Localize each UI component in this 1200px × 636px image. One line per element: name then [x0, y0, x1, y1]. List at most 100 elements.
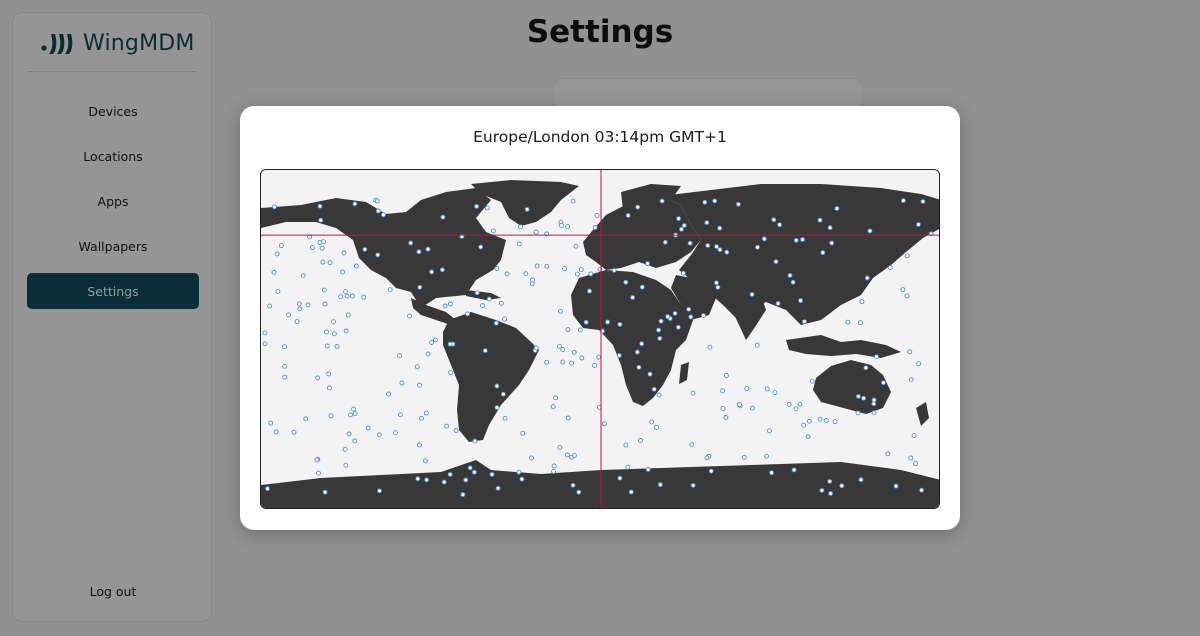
timezone-marker[interactable] [300, 273, 306, 279]
timezone-marker[interactable] [805, 434, 811, 440]
timezone-marker[interactable] [326, 371, 332, 377]
timezone-marker[interactable] [282, 363, 288, 369]
timezone-marker[interactable] [550, 404, 556, 410]
timezone-marker[interactable] [656, 392, 662, 398]
timezone-marker[interactable] [801, 422, 807, 428]
timezone-marker[interactable] [772, 390, 778, 396]
timezone-marker[interactable] [494, 265, 500, 271]
timezone-marker[interactable] [341, 250, 347, 256]
timezone-marker[interactable] [407, 313, 413, 319]
timezone-marker[interactable] [268, 420, 274, 426]
timezone-marker[interactable] [761, 236, 767, 242]
timezone-marker[interactable] [639, 284, 645, 290]
timezone-marker[interactable] [380, 212, 386, 218]
timezone-marker[interactable] [504, 271, 510, 277]
timezone-marker[interactable] [262, 330, 268, 336]
timezone-marker[interactable] [494, 405, 500, 411]
timezone-marker[interactable] [893, 483, 899, 489]
timezone-marker[interactable] [361, 294, 367, 300]
timezone-marker[interactable] [744, 386, 750, 392]
timezone-marker[interactable] [787, 272, 793, 278]
timezone-marker[interactable] [282, 374, 288, 380]
timezone-marker[interactable] [705, 243, 711, 248]
timezone-marker[interactable] [326, 385, 332, 391]
timezone-marker[interactable] [393, 430, 398, 436]
timezone-marker[interactable] [704, 220, 710, 226]
timezone-marker[interactable] [495, 485, 501, 491]
timezone-marker[interactable] [262, 341, 268, 347]
timezone-marker[interactable] [817, 416, 823, 422]
timezone-marker[interactable] [819, 487, 825, 493]
timezone-marker[interactable] [790, 279, 796, 285]
timezone-marker[interactable] [594, 212, 600, 218]
timezone-marker[interactable] [516, 241, 522, 247]
timezone-marker[interactable] [493, 320, 499, 326]
timezone-marker[interactable] [297, 306, 303, 312]
timezone-marker[interactable] [274, 251, 280, 257]
timezone-marker[interactable] [519, 476, 525, 482]
timezone-marker[interactable] [771, 217, 777, 223]
timezone-marker[interactable] [523, 271, 529, 277]
timezone-marker[interactable] [845, 319, 851, 325]
timezone-marker[interactable] [601, 421, 607, 427]
timezone-marker[interactable] [334, 343, 340, 349]
timezone-marker[interactable] [471, 469, 477, 475]
timezone-marker[interactable] [498, 300, 504, 306]
timezone-marker[interactable] [592, 362, 598, 368]
timezone-marker[interactable] [675, 324, 681, 330]
timezone-marker[interactable] [880, 380, 886, 386]
timezone-marker[interactable] [439, 267, 445, 273]
timezone-marker[interactable] [736, 402, 742, 408]
timezone-marker[interactable] [327, 260, 333, 266]
timezone-marker[interactable] [305, 302, 311, 308]
timezone-marker[interactable] [672, 310, 678, 316]
timezone-marker[interactable] [416, 249, 422, 255]
timezone-marker[interactable] [616, 353, 622, 358]
timezone-marker[interactable] [651, 386, 657, 392]
timezone-marker[interactable] [425, 246, 431, 252]
timezone-marker[interactable] [687, 240, 693, 246]
timezone-marker[interactable] [484, 205, 490, 211]
timezone-marker[interactable] [343, 328, 349, 334]
timezone-marker[interactable] [414, 364, 420, 370]
timezone-marker[interactable] [571, 452, 577, 458]
timezone-marker[interactable] [827, 225, 833, 231]
timezone-marker[interactable] [793, 237, 799, 243]
timezone-marker[interactable] [690, 390, 696, 396]
timezone-marker[interactable] [460, 492, 466, 498]
timezone-marker[interactable] [887, 265, 893, 270]
timezone-marker[interactable] [309, 245, 315, 251]
timezone-marker[interactable] [839, 483, 845, 489]
timezone-marker[interactable] [861, 395, 867, 401]
timezone-marker[interactable] [858, 477, 864, 483]
timezone-marker[interactable] [346, 431, 352, 437]
timezone-marker[interactable] [588, 271, 594, 277]
timezone-marker[interactable] [351, 406, 357, 412]
timezone-marker[interactable] [453, 428, 459, 433]
timezone-marker[interactable] [551, 469, 557, 475]
timezone-marker[interactable] [480, 303, 485, 308]
timezone-marker[interactable] [855, 393, 861, 399]
timezone-marker[interactable] [583, 319, 589, 325]
timezone-marker[interactable] [798, 298, 804, 304]
timezone-marker[interactable] [429, 340, 435, 345]
timezone-marker[interactable] [749, 291, 755, 297]
timezone-marker[interactable] [500, 391, 506, 397]
timezone-marker[interactable] [623, 279, 629, 285]
timezone-marker[interactable] [827, 478, 833, 484]
timezone-marker[interactable] [863, 365, 869, 371]
timezone-marker[interactable] [645, 261, 651, 266]
timezone-marker[interactable] [681, 223, 687, 228]
timezone-marker[interactable] [723, 415, 729, 420]
timezone-marker[interactable] [678, 226, 684, 232]
timezone-marker[interactable] [570, 198, 576, 204]
timezone-marker[interactable] [432, 337, 438, 343]
timezone-marker[interactable] [916, 222, 921, 227]
timezone-marker[interactable] [416, 442, 422, 448]
timezone-marker[interactable] [474, 203, 480, 209]
timezone-marker[interactable] [577, 327, 583, 333]
timezone-marker[interactable] [424, 477, 430, 483]
timezone-marker[interactable] [712, 198, 718, 204]
timezone-marker[interactable] [885, 451, 891, 457]
timezone-marker[interactable] [855, 410, 861, 416]
